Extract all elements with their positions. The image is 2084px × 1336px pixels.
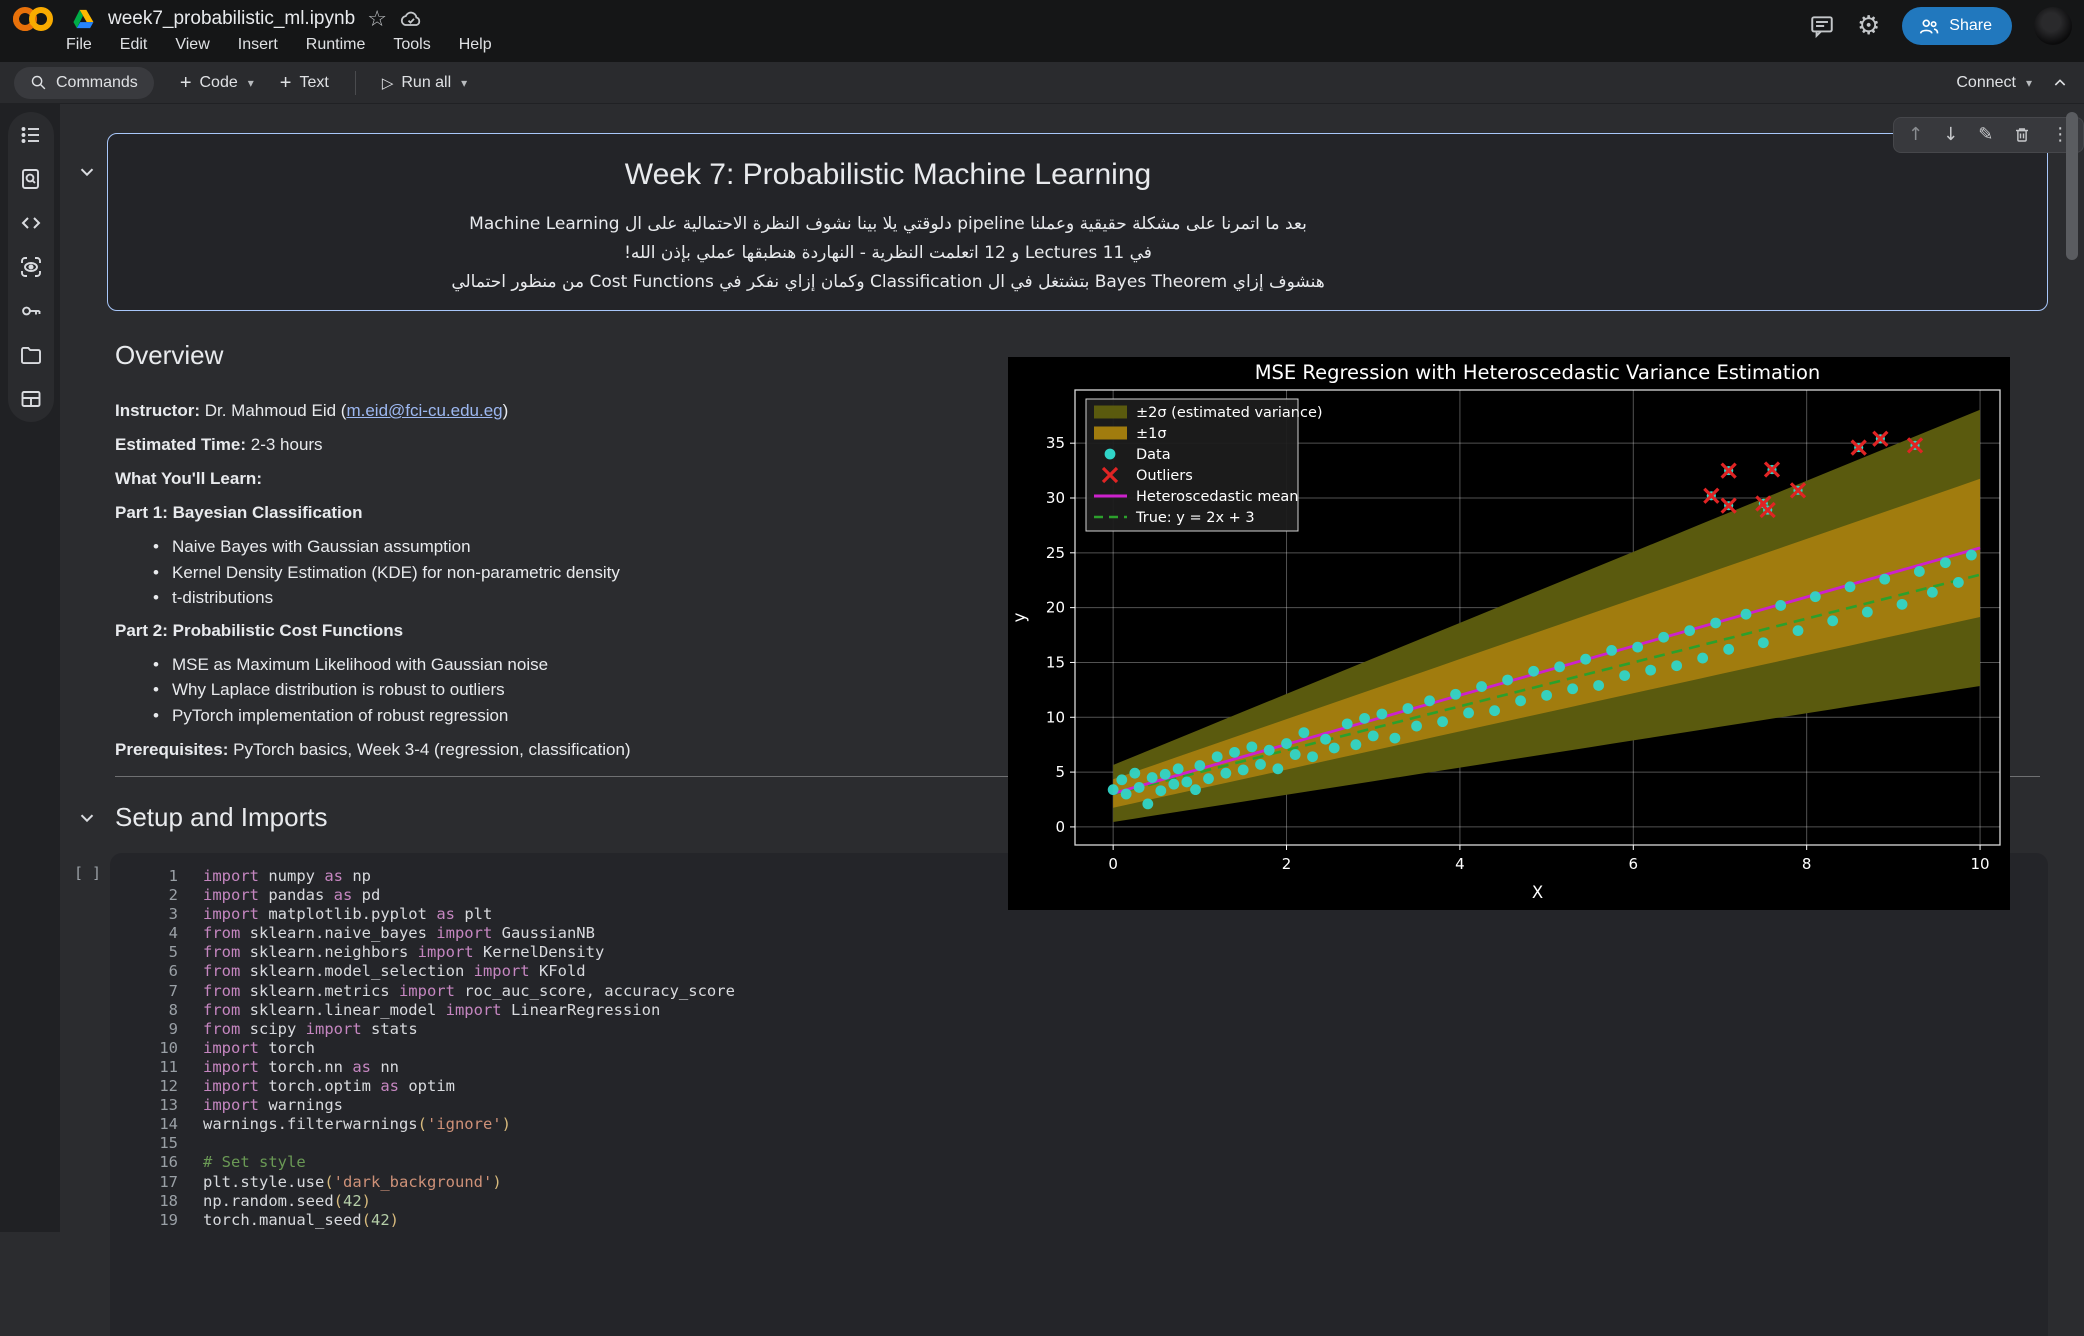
menu-tools[interactable]: Tools	[393, 36, 430, 54]
svg-text:MSE Regression with Heterosced: MSE Regression with Heteroscedastic Vari…	[1255, 361, 1821, 384]
svg-text:±2σ (estimated variance): ±2σ (estimated variance)	[1136, 405, 1323, 421]
variable-inspector-icon[interactable]	[19, 255, 43, 279]
svg-text:Heteroscedastic mean: Heteroscedastic mean	[1136, 489, 1298, 505]
comments-icon[interactable]	[1809, 13, 1835, 39]
svg-text:5: 5	[1055, 763, 1065, 781]
svg-text:30: 30	[1046, 489, 1065, 507]
menu-bar: File Edit View Insert Runtime Tools Help	[66, 36, 492, 54]
svg-text:25: 25	[1046, 544, 1065, 562]
add-text-button[interactable]: + Text	[280, 73, 329, 93]
chevron-down-icon: ▾	[2026, 76, 2032, 90]
secrets-key-icon[interactable]	[19, 299, 43, 323]
sidebar-rail	[8, 112, 54, 422]
plus-icon: +	[180, 73, 192, 93]
chevron-down-icon[interactable]: ▾	[248, 76, 254, 90]
plus-icon: +	[280, 73, 292, 93]
svg-text:10: 10	[1971, 855, 1990, 873]
collapse-cell-icon[interactable]	[76, 160, 98, 182]
collapse-section-icon[interactable]	[76, 806, 98, 828]
people-icon	[1918, 16, 1940, 36]
markdown-cell-title[interactable]: Week 7: Probabilistic Machine Learning ب…	[107, 133, 2048, 311]
drive-icon	[72, 9, 94, 29]
setup-heading: Setup and Imports	[115, 800, 327, 834]
chevron-down-icon[interactable]: ▾	[461, 76, 467, 90]
svg-text:10: 10	[1046, 708, 1065, 726]
colab-logo[interactable]	[12, 4, 54, 34]
notebook-content: Week 7: Probabilistic Machine Learning ب…	[60, 104, 2084, 1232]
edit-cell-icon[interactable]: ✎	[1978, 126, 1993, 144]
data-table-icon[interactable]	[19, 387, 43, 411]
svg-text:±1σ: ±1σ	[1136, 426, 1167, 442]
add-text-label: Text	[299, 74, 328, 92]
instructor-email-link[interactable]: m.eid@fci-cu.edu.eg	[346, 401, 502, 420]
svg-text:X: X	[1532, 883, 1543, 902]
menu-view[interactable]: View	[175, 36, 209, 54]
code-snippets-icon[interactable]	[19, 211, 43, 235]
search-icon	[30, 74, 47, 91]
files-folder-icon[interactable]	[19, 343, 43, 367]
share-label: Share	[1949, 17, 1992, 35]
menu-help[interactable]: Help	[459, 36, 492, 54]
collapse-toolbar-icon[interactable]	[2052, 75, 2068, 91]
find-replace-icon[interactable]	[19, 167, 43, 191]
cloud-saved-icon[interactable]	[399, 7, 423, 31]
add-code-label: Code	[200, 74, 238, 92]
run-cell-button[interactable]: [ ]	[74, 864, 101, 882]
commands-button[interactable]: Commands	[14, 67, 154, 99]
arabic-line: هنشوف إزاي Bayes Theorem بتشتغل في ال Cl…	[108, 268, 1668, 297]
svg-text:15: 15	[1046, 653, 1065, 671]
cell-toolbar: ↑ ↓ ✎ ⋮	[1893, 117, 2084, 153]
move-cell-up-icon[interactable]: ↑	[1908, 126, 1923, 144]
notebook-heading: Week 7: Probabilistic Machine Learning	[108, 158, 1668, 192]
menu-edit[interactable]: Edit	[120, 36, 148, 54]
svg-text:2: 2	[1282, 855, 1292, 873]
avatar[interactable]	[2034, 7, 2072, 45]
run-all-button[interactable]: ▷ Run all ▾	[382, 74, 467, 92]
app-header: week7_probabilistic_ml.ipynb ☆ File Edit…	[0, 0, 2084, 62]
svg-text:20: 20	[1046, 599, 1065, 617]
svg-text:y: y	[1010, 612, 1029, 622]
svg-text:True: y = 2x + 3: True: y = 2x + 3	[1135, 510, 1255, 526]
arabic-line: بعد ما اتمرنا على مشكلة حقيقية وعملنا pi…	[108, 210, 1668, 239]
delete-cell-icon[interactable]	[2013, 126, 2031, 144]
svg-text:8: 8	[1802, 855, 1812, 873]
move-cell-down-icon[interactable]: ↓	[1943, 126, 1958, 144]
svg-text:35: 35	[1046, 434, 1065, 452]
menu-insert[interactable]: Insert	[238, 36, 278, 54]
code-editor[interactable]: 1import numpy as np2import pandas as pd3…	[110, 853, 2048, 1336]
play-icon: ▷	[382, 74, 394, 92]
settings-gear-icon[interactable]: ⚙	[1857, 11, 1880, 41]
svg-text:Data: Data	[1136, 447, 1171, 463]
connect-label: Connect	[1956, 74, 2016, 92]
svg-text:0: 0	[1108, 855, 1118, 873]
vertical-scrollbar[interactable]	[2066, 112, 2078, 260]
notebook-title[interactable]: week7_probabilistic_ml.ipynb	[108, 8, 355, 30]
left-sidebar	[0, 104, 60, 1232]
star-icon[interactable]: ☆	[365, 7, 389, 31]
add-code-button[interactable]: + Code ▾	[180, 73, 254, 93]
mse-chart-output: 0 2 4 6 8 10 0 5 10 15 20 25 30 35 Xy MSE Regression wi…	[1008, 357, 2010, 910]
svg-text:Outliers: Outliers	[1136, 468, 1193, 484]
notebook-toolbar: Commands + Code ▾ + Text ▷ Run all ▾ Con…	[0, 62, 2084, 104]
svg-text:6: 6	[1629, 855, 1639, 873]
run-all-label: Run all	[401, 74, 451, 92]
toolbar-divider	[355, 71, 356, 95]
svg-text:0: 0	[1055, 818, 1065, 836]
menu-file[interactable]: File	[66, 36, 92, 54]
svg-text:4: 4	[1455, 855, 1465, 873]
commands-label: Commands	[56, 74, 138, 92]
arabic-line: في Lectures 11 و 12 اتعلمت النظرية - الن…	[108, 239, 1668, 268]
table-of-contents-icon[interactable]	[19, 123, 43, 147]
menu-runtime[interactable]: Runtime	[306, 36, 366, 54]
connect-button[interactable]: Connect ▾	[1956, 74, 2032, 92]
share-button[interactable]: Share	[1902, 7, 2012, 45]
